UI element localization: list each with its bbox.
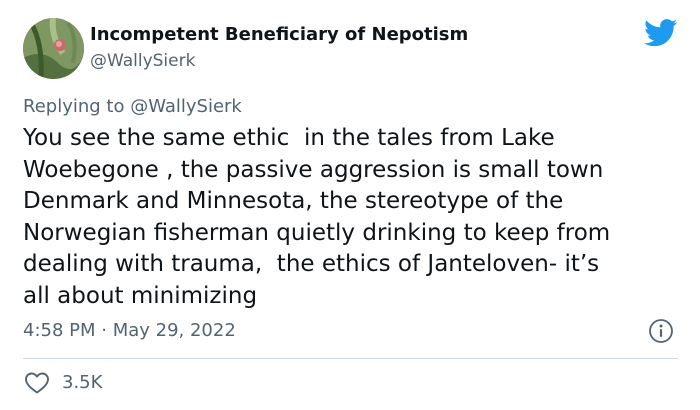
tweet-text: You see the same ethic in the tales from… xyxy=(23,125,611,309)
avatar-photo-icon xyxy=(23,18,84,79)
twitter-bird-icon[interactable] xyxy=(644,19,678,47)
tweet-card: Incompetent Beneficiary of Nepotism @Wal… xyxy=(0,0,700,410)
like-count[interactable]: 3.5K xyxy=(62,372,102,393)
avatar[interactable] xyxy=(23,18,84,79)
author-handle[interactable]: @WallySierk xyxy=(90,51,195,71)
divider xyxy=(23,358,678,359)
heart-icon[interactable] xyxy=(24,371,50,395)
replying-to-mention[interactable]: @WallySierk xyxy=(130,96,242,117)
replying-to-prefix: Replying to xyxy=(23,96,131,117)
author-display-name[interactable]: Incompetent Beneficiary of Nepotism xyxy=(90,24,468,45)
replying-to: Replying to @WallySierk xyxy=(23,96,242,117)
tweet-timestamp[interactable]: 4:58 PM · May 29, 2022 xyxy=(23,320,236,341)
info-icon[interactable] xyxy=(648,318,674,344)
